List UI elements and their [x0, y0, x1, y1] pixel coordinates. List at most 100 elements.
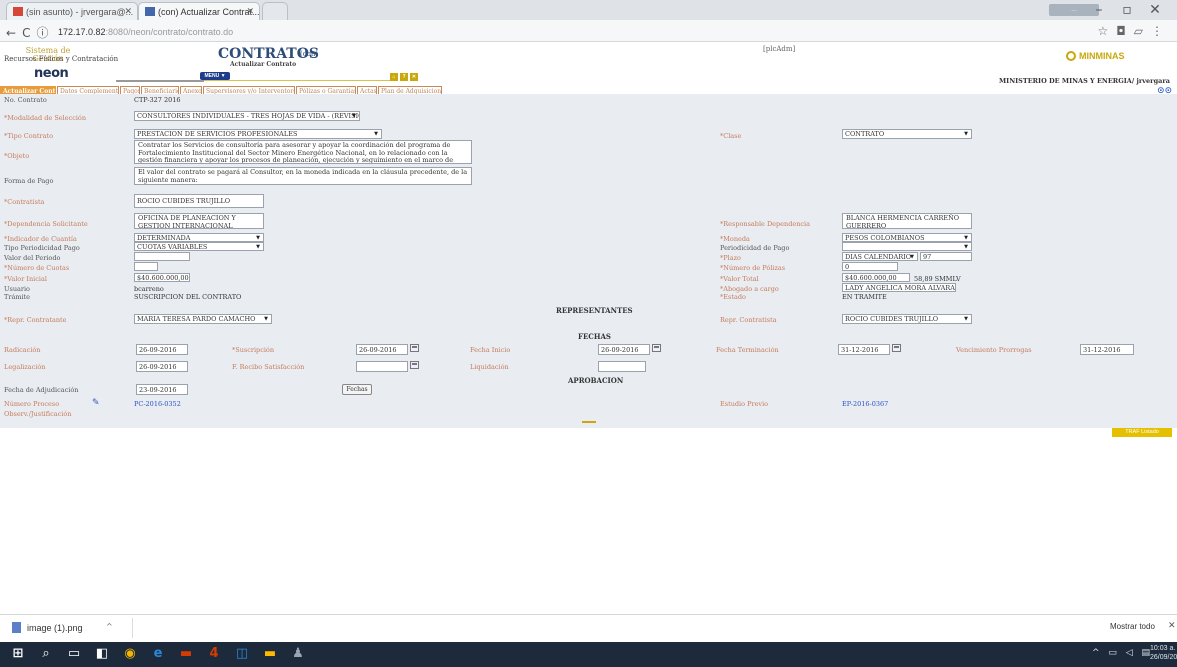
show-all-link[interactable]: Mostrar todo	[1110, 622, 1155, 631]
search-icon[interactable]: ⌕	[38, 646, 54, 662]
periodicidad-select[interactable]	[842, 242, 972, 251]
tipo-periodicidad-select[interactable]: CUOTAS VARIABLES	[134, 242, 264, 251]
star-icon[interactable]: ☆	[1098, 24, 1117, 38]
new-tab-button[interactable]	[262, 2, 288, 20]
close-icon[interactable]: ✕	[124, 6, 132, 17]
menu-button[interactable]: MENU ▼	[200, 72, 230, 80]
download-item[interactable]: image (1).png	[12, 622, 83, 633]
browser-tab-label: (sin asunto) - jrvergara@...	[26, 7, 134, 17]
indicador-cuantia-select[interactable]: DETERMINADA	[134, 233, 264, 242]
valor-periodo-field[interactable]	[134, 252, 190, 261]
browser-tab-gmail[interactable]: (sin asunto) - jrvergara@... ✕	[6, 2, 138, 20]
exit-icon[interactable]: ✕	[410, 73, 418, 81]
legalizacion-field[interactable]: 26-09-2016	[136, 361, 188, 372]
close-icon[interactable]: ✕	[1168, 621, 1176, 631]
suscripcion-field[interactable]: 26-09-2016	[356, 344, 408, 355]
contratista-label: *Contratista	[4, 198, 45, 206]
responsable-field[interactable]: BLANCA HERMENCIA CARREÑO GUERRERO	[842, 213, 972, 229]
valor-total-field[interactable]: $40.600.000,00	[842, 273, 910, 282]
plazo-label: *Plazo	[720, 254, 741, 262]
valor-inicial-field[interactable]: $40.600.000,00	[134, 273, 190, 282]
listado-button[interactable]: TRAF Listado	[1112, 428, 1172, 437]
app-four-icon[interactable]: 4	[206, 646, 222, 662]
forma-pago-label: Forma de Pago	[4, 177, 54, 185]
url-field[interactable]: 172.17.0.82:8080/neon/contrato/contrato.…	[58, 24, 1098, 40]
app-logo: neon	[34, 66, 69, 81]
estudio-previo-link[interactable]: EP-2016-0367	[842, 400, 888, 408]
indicador-cuantia-label: *Indicador de Cuantía	[4, 235, 77, 243]
browser-tab-contract[interactable]: (con) Actualizar Contrat... ✕	[138, 2, 260, 20]
estado-label: *Estado	[720, 293, 746, 301]
tipo-contrato-label: *Tipo Contrato	[4, 132, 53, 140]
fecha-adjudicacion-label: Fecha de Adjudicación	[4, 386, 79, 394]
store-icon[interactable]: ◧	[94, 646, 110, 662]
fecha-terminacion-field[interactable]: 31-12-2016	[838, 344, 890, 355]
forma-pago-textarea[interactable]: El valor del contrato se pagará al Consu…	[134, 167, 472, 185]
dependencia-field[interactable]: OFICINA DE PLANEACION Y GESTION INTERNAC…	[134, 213, 264, 229]
numero-cuotas-field[interactable]	[134, 262, 158, 271]
explorer-icon[interactable]: ▬	[262, 646, 278, 662]
clock[interactable]: 10:03 a. m.26/09/2016	[1150, 644, 1177, 662]
close-window-icon[interactable]: ✕	[1141, 2, 1169, 18]
browser-tab-label: (con) Actualizar Contrat...	[158, 7, 260, 17]
info-icon[interactable]: ⓘ	[36, 26, 54, 40]
help-icon[interactable]: ?	[400, 73, 408, 81]
fechas-heading: FECHAS	[578, 332, 611, 341]
fechas-button[interactable]: Fechas	[342, 384, 372, 395]
recibo-label: F. Recibo Satisfacción	[232, 363, 305, 371]
recibo-field[interactable]	[356, 361, 408, 372]
moneda-select[interactable]: PESOS COLOMBIANOS	[842, 233, 972, 242]
close-icon[interactable]: ✕	[246, 6, 254, 17]
reload-icon[interactable]: C	[22, 26, 36, 40]
toolbar-icons: ☆◘▱⋮	[1098, 24, 1172, 38]
maximize-icon[interactable]: ▫	[1113, 2, 1141, 18]
menu-icon[interactable]: ⋮	[1151, 24, 1171, 38]
gmail-icon	[13, 7, 23, 16]
app-icon[interactable]: ♟	[290, 646, 306, 662]
estado-value: EN TRAMITE	[842, 293, 887, 301]
minimize-icon[interactable]: –	[1085, 2, 1113, 18]
chevron-up-icon[interactable]: ^	[106, 622, 113, 631]
back-icon[interactable]: ←	[6, 26, 22, 40]
word-icon[interactable]: ◫	[234, 646, 250, 662]
task-view-icon[interactable]: ▭	[66, 646, 82, 662]
calendar-icon[interactable]	[892, 344, 901, 352]
session-role: [plcAdm]	[763, 45, 796, 53]
plazo-number[interactable]: 97	[920, 252, 972, 261]
vencimiento-field[interactable]: 31-12-2016	[1080, 344, 1134, 355]
extension-icon[interactable]: ◘	[1116, 24, 1134, 38]
usuario-value: bcarreno	[134, 285, 164, 293]
edit-note-icon[interactable]: ✎	[92, 398, 102, 408]
clase-select[interactable]: CONTRATO	[842, 129, 972, 139]
vencimiento-label: Vencimiento Prorrogas	[956, 346, 1032, 354]
home-icon[interactable]: ⌂	[390, 73, 398, 81]
numero-proceso-link[interactable]: PC-2016-0352	[134, 400, 181, 408]
calendar-icon[interactable]	[410, 344, 419, 352]
tipo-contrato-select[interactable]: PRESTACION DE SERVICIOS PROFESIONALES	[134, 129, 382, 139]
calendar-icon[interactable]	[652, 344, 661, 352]
objeto-textarea[interactable]: Contratar los Servicios de consultoría p…	[134, 140, 472, 164]
repr-contratante-select[interactable]: MARIA TERESA PARDO CAMACHO	[134, 314, 272, 324]
edge-icon[interactable]: e	[150, 646, 166, 662]
divider	[132, 618, 133, 638]
calendar-icon[interactable]	[410, 361, 419, 369]
plazo-select[interactable]: DIAS CALENDARIO	[842, 252, 918, 261]
contratista-field[interactable]: ROCIO CUBIDES TRUJILLO	[134, 194, 264, 208]
loading-indicator	[582, 421, 596, 423]
cast-icon[interactable]: ▱	[1134, 24, 1151, 38]
mail-icon[interactable]: ▬	[178, 646, 194, 662]
repr-contratista-select[interactable]: ROCIO CUBIDES TRUJILLO	[842, 314, 972, 324]
header-divider-left	[116, 80, 204, 82]
numero-cuotas-label: *Número de Cuotas	[4, 264, 70, 272]
suscripcion-label: *Suscripción	[232, 346, 275, 354]
abogado-field[interactable]: LADY ANGELICA MORA ALVARADO	[842, 283, 956, 292]
system-tray[interactable]: ^ ▭ ◁ ▤	[1092, 648, 1153, 658]
modalidad-select[interactable]: CONSULTORES INDIVIDUALES - TRES HOJAS DE…	[134, 111, 360, 121]
fecha-adjudicacion-field[interactable]: 23-09-2016	[136, 384, 188, 395]
fecha-inicio-field[interactable]: 26-09-2016	[598, 344, 650, 355]
liquidacion-field[interactable]	[598, 361, 646, 372]
windows-start-icon[interactable]: ⊞	[10, 646, 26, 662]
chrome-icon[interactable]: ◉	[122, 646, 138, 662]
radicacion-field[interactable]: 26-09-2016	[136, 344, 188, 355]
numero-polizas-field[interactable]: 0	[842, 262, 898, 271]
